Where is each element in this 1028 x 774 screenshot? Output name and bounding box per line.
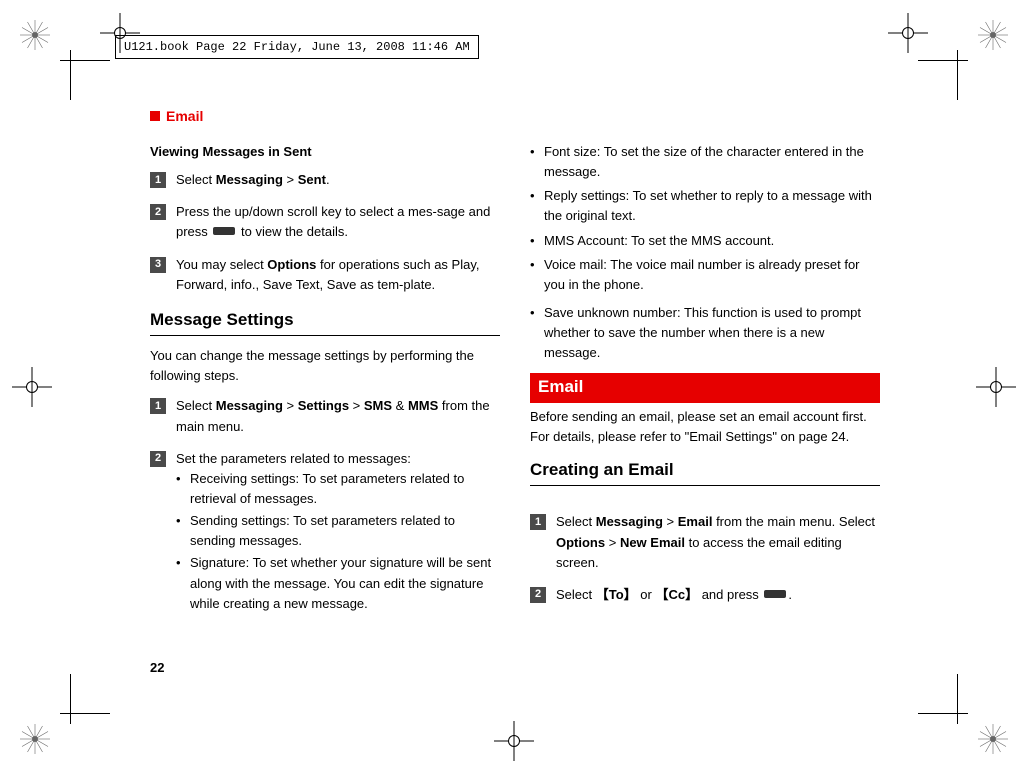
step-2: 2 Press the up/down scroll key to select… [150, 202, 500, 242]
step-number-icon: 2 [150, 451, 166, 467]
step-number-icon: 1 [530, 514, 546, 530]
crosshair-icon [494, 721, 534, 761]
step-3: 3 You may select Options for operations … [150, 255, 500, 295]
page-section-header: Email [150, 108, 880, 124]
list-item: Sending settings: To set parameters rela… [176, 511, 500, 551]
step-body: Select Messaging > Email from the main m… [556, 512, 880, 572]
section-bullet-icon [150, 111, 160, 121]
col2-top-list: Font size: To set the size of the charac… [530, 142, 880, 363]
ce-step-2: 2 Select 【To】 or 【Cc】 and press . [530, 585, 880, 605]
step-body: Select Messaging > Sent. [176, 170, 500, 190]
step-number-icon: 3 [150, 257, 166, 273]
ok-key-icon [213, 227, 235, 235]
para-msg-settings-intro: You can change the message settings by p… [150, 346, 500, 386]
page-number: 22 [150, 660, 164, 675]
crosshair-icon [976, 367, 1016, 407]
heading-message-settings: Message Settings [150, 307, 500, 333]
step-body: Press the up/down scroll key to select a… [176, 202, 500, 242]
ms-step2-list: Receiving settings: To set parameters re… [176, 469, 500, 614]
section-title: Email [166, 108, 203, 124]
step-body: Set the parameters related to messages: … [176, 449, 500, 616]
registration-mark-icon [978, 20, 1008, 50]
page-content: Email Viewing Messages in Sent 1 Select … [150, 108, 880, 628]
heading-viewing-sent: Viewing Messages in Sent [150, 142, 500, 162]
step-body: Select Messaging > Settings > SMS & MMS … [176, 396, 500, 436]
step-intro: Set the parameters related to messages: [176, 449, 500, 469]
heading-rule [150, 335, 500, 336]
list-item: MMS Account: To set the MMS account. [530, 231, 880, 251]
para-email-intro: Before sending an email, please set an e… [530, 407, 880, 447]
step-body: You may select Options for operations su… [176, 255, 500, 295]
ok-key-icon [764, 590, 786, 598]
list-item: Reply settings: To set whether to reply … [530, 186, 880, 226]
crosshair-icon [888, 13, 928, 53]
list-item: Voice mail: The voice mail number is alr… [530, 255, 880, 295]
file-stamp: U121.book Page 22 Friday, June 13, 2008 … [115, 35, 479, 59]
ms-step-1: 1 Select Messaging > Settings > SMS & MM… [150, 396, 500, 436]
registration-mark-icon [20, 20, 50, 50]
registration-mark-icon [20, 724, 50, 754]
ce-step-1: 1 Select Messaging > Email from the main… [530, 512, 880, 572]
ms-step-2: 2 Set the parameters related to messages… [150, 449, 500, 616]
list-item: Font size: To set the size of the charac… [530, 142, 880, 182]
list-item: Receiving settings: To set parameters re… [176, 469, 500, 509]
step-number-icon: 2 [150, 204, 166, 220]
list-item: Save unknown number: This function is us… [530, 303, 880, 363]
step-number-icon: 1 [150, 172, 166, 188]
crosshair-icon [12, 367, 52, 407]
registration-mark-icon [978, 724, 1008, 754]
column-left: Viewing Messages in Sent 1 Select Messag… [150, 142, 500, 628]
step-number-icon: 1 [150, 398, 166, 414]
list-item: Signature: To set whether your signature… [176, 553, 500, 613]
heading-creating-email: Creating an Email [530, 457, 880, 483]
step-number-icon: 2 [530, 587, 546, 603]
column-right: Font size: To set the size of the charac… [530, 142, 880, 628]
section-bar-email: Email [530, 373, 880, 402]
step-1: 1 Select Messaging > Sent. [150, 170, 500, 190]
step-body: Select 【To】 or 【Cc】 and press . [556, 585, 880, 605]
heading-rule [530, 485, 880, 486]
